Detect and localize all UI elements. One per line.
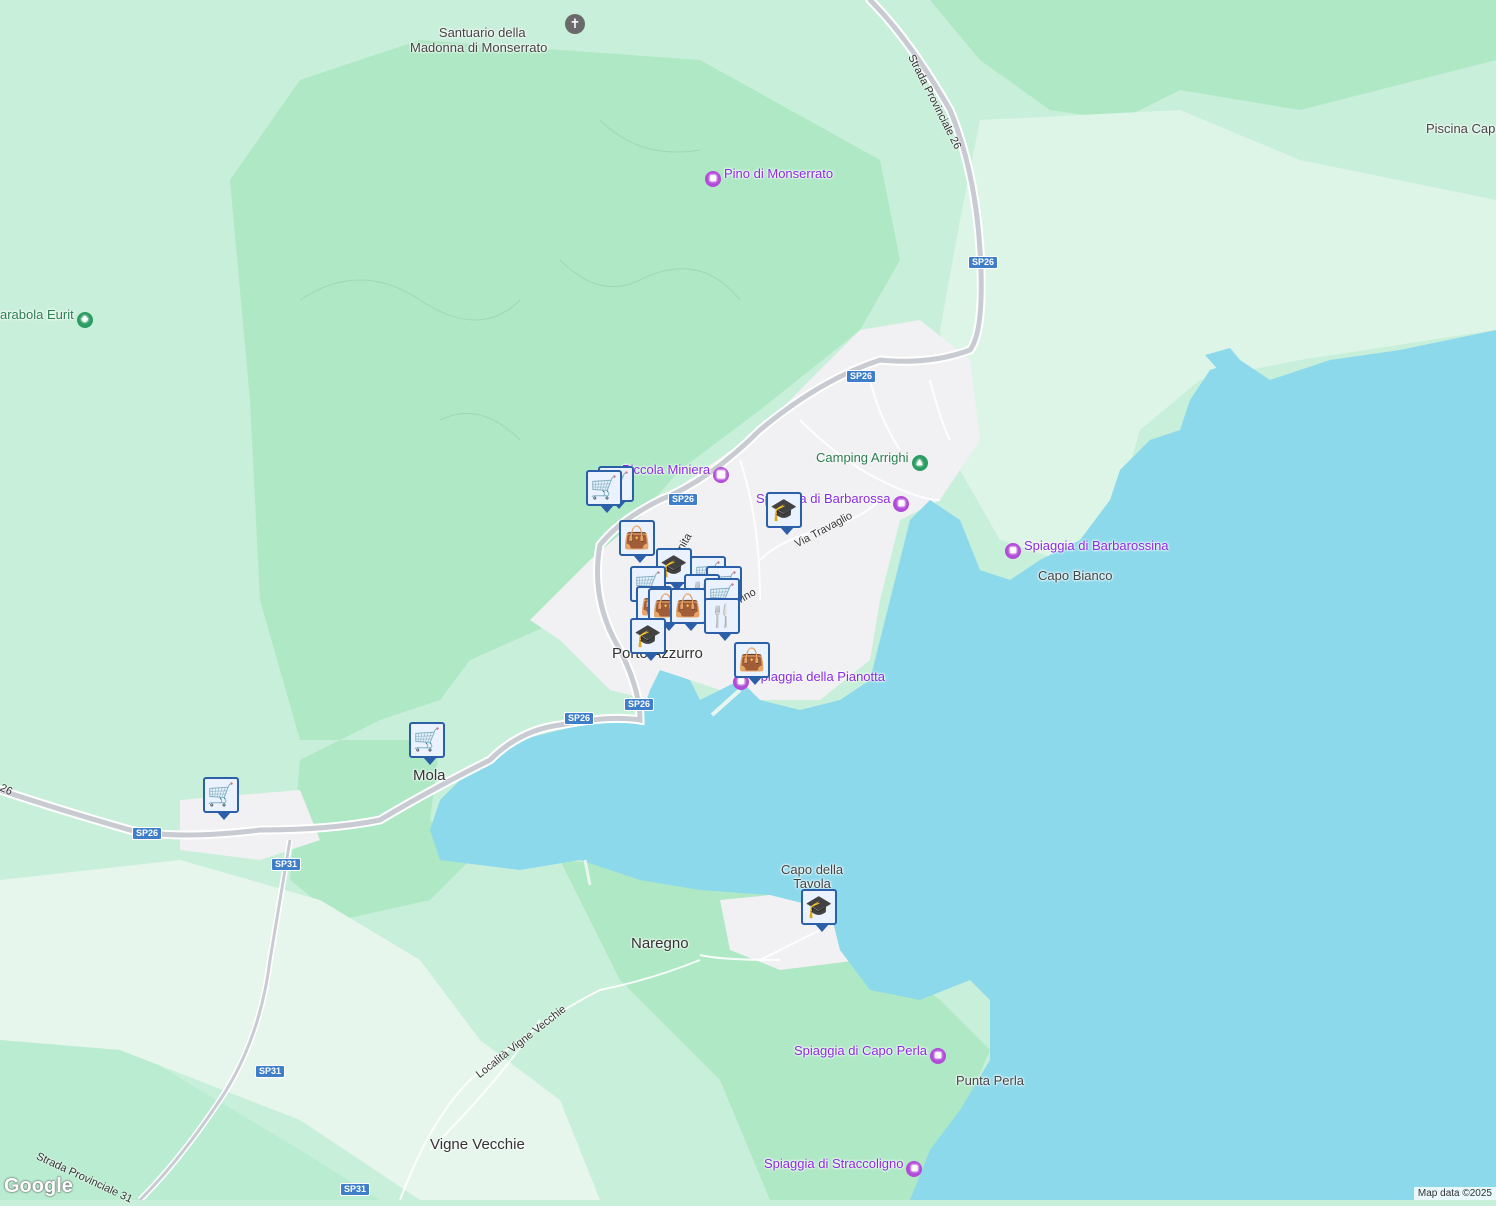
graduation-cap-icon: 🎓	[770, 497, 798, 522]
marker-bag[interactable]: 👜	[670, 588, 706, 631]
place-piscina: Piscina Cap	[1426, 121, 1496, 136]
town-naregno: Naregno	[631, 935, 689, 952]
marker-bag[interactable]: 👜	[619, 520, 655, 563]
poi-label: Piccola Miniera	[622, 462, 711, 477]
poi-label: Pino di Monserrato	[724, 166, 834, 181]
marker-school[interactable]: 🎓	[801, 889, 837, 932]
town-mola: Mola	[413, 767, 446, 784]
place-capo-della-tavola: Capo della Tavola	[781, 862, 844, 891]
road-shield-sp26: SP26	[846, 370, 877, 383]
poi-label: Spiaggia della Pianotta	[752, 669, 885, 684]
google-logo: Google	[4, 1175, 73, 1197]
tree-icon: ♣	[76, 312, 93, 328]
poi-label: Spiaggia di Capo Perla	[794, 1043, 927, 1058]
shopping-bag-icon: 👜	[623, 525, 651, 550]
poi-pino-di-monserrato[interactable]: ◙ Pino di Monserrato	[702, 166, 833, 187]
poi-piccola-miniera[interactable]: Piccola Miniera ▦	[622, 462, 732, 483]
marker-school[interactable]: 🎓	[766, 492, 802, 535]
marker-cart[interactable]: 🛒	[203, 777, 239, 820]
poi-label: Spiaggia di Straccoligno	[764, 1156, 904, 1171]
poi-label: arabola Eurit	[0, 307, 74, 322]
poi-label: Camping Arrighi	[816, 450, 909, 465]
map-attribution[interactable]: Map data ©2025	[1413, 1187, 1496, 1200]
camera-icon: ◙	[893, 496, 910, 512]
marker-restaurant[interactable]: 🍴	[704, 598, 740, 641]
road-shield-sp26: SP26	[132, 827, 163, 840]
marker-school[interactable]: 🎓	[630, 618, 666, 661]
poi-label: Santuario della Madonna di Monserrato	[410, 25, 548, 55]
camera-icon: ◙	[929, 1048, 946, 1064]
poi-spiaggia-di-barbarossina[interactable]: ◙ Spiaggia di Barbarossina	[1002, 538, 1169, 559]
poi-label: Spiaggia di Barbarossina	[1024, 538, 1169, 553]
shopping-cart-icon: 🛒	[590, 475, 618, 500]
camera-icon: ◙	[705, 171, 721, 187]
museum-icon: ▦	[713, 467, 730, 483]
road-shield-sp26: SP26	[564, 712, 595, 725]
place-capo-bianco: Capo Bianco	[1038, 568, 1113, 583]
camera-icon: ◙	[906, 1161, 923, 1177]
poi-spiaggia-di-straccoligno[interactable]: Spiaggia di Straccoligno ◙	[764, 1156, 925, 1177]
road-shield-sp26: SP26	[668, 493, 699, 506]
graduation-cap-icon: 🎓	[805, 894, 833, 919]
poi-santuario[interactable]: Santuario della Madonna di Monserrato	[410, 10, 547, 55]
marker-cart[interactable]: 🛒	[586, 470, 622, 513]
road-shield-sp26: SP26	[968, 256, 999, 269]
road-shield-sp31: SP31	[271, 858, 302, 871]
fork-knife-icon: 🍴	[708, 603, 736, 628]
shopping-bag-icon: 👜	[738, 647, 766, 672]
road-shield-sp26: SP26	[624, 698, 655, 711]
camera-icon: ◙	[1005, 543, 1021, 559]
shopping-cart-icon: 🛒	[413, 727, 441, 752]
town-vigne-vecchie: Vigne Vecchie	[430, 1136, 525, 1153]
tent-icon: ▲	[911, 455, 928, 471]
poi-camping-arrighi[interactable]: Camping Arrighi ▲	[816, 450, 931, 471]
shopping-cart-icon: 🛒	[207, 782, 235, 807]
road-shield-sp31: SP31	[255, 1065, 286, 1078]
shopping-bag-icon: 👜	[674, 593, 702, 618]
church-icon: ✝	[565, 14, 585, 34]
marker-cart[interactable]: 🛒	[409, 722, 445, 765]
poi-parabola-eurit[interactable]: arabola Eurit ♣	[0, 307, 96, 328]
place-punta-perla: Punta Perla	[956, 1073, 1024, 1088]
road-shield-sp31: SP31	[340, 1183, 371, 1196]
graduation-cap-icon: 🎓	[634, 623, 662, 648]
marker-bag[interactable]: 👜	[734, 642, 770, 685]
poi-spiaggia-di-capo-perla[interactable]: Spiaggia di Capo Perla ◙	[794, 1043, 949, 1064]
